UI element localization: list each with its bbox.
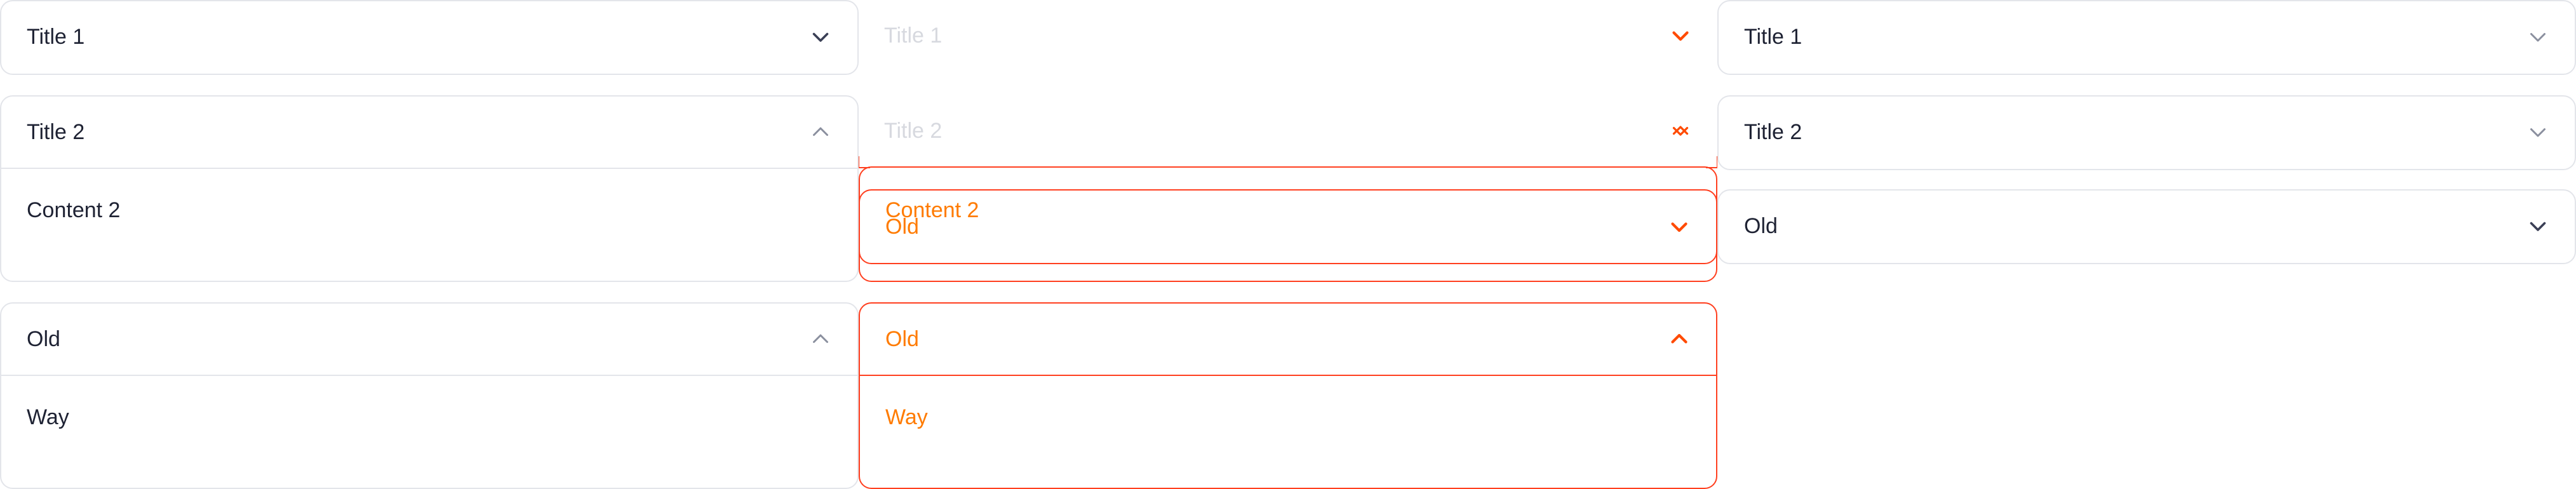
accordion-item-old: Old bbox=[1717, 189, 2576, 264]
accordion-item-old: Old Way bbox=[859, 302, 1717, 489]
chevron-down-icon bbox=[2530, 222, 2546, 231]
chevron-down-icon bbox=[1671, 222, 1687, 232]
accordion-header-old[interactable]: Old bbox=[860, 304, 1716, 375]
accordion-title: Title 2 bbox=[884, 118, 943, 143]
accordion-item-title-2: Title 2 bbox=[1717, 95, 2576, 170]
accordion-item-old: Old Way bbox=[0, 302, 859, 489]
chevron-down-icon bbox=[2530, 33, 2546, 42]
accordion-title: Title 2 bbox=[1744, 119, 1802, 144]
chevron-down-icon bbox=[2530, 128, 2546, 137]
accordion-header-old[interactable]: Old bbox=[1719, 191, 2575, 262]
accordion-title: Old bbox=[885, 326, 919, 351]
chevron-down-icon bbox=[812, 32, 829, 42]
accordion-item-title-1: Title 1 bbox=[1717, 0, 2576, 75]
chevron-up-icon bbox=[813, 334, 828, 343]
accordion-item-title-1: Title 1 bbox=[0, 0, 859, 75]
accordion-title: Title 1 bbox=[27, 24, 85, 49]
accordion-header-title-2[interactable]: Title 2 bbox=[1719, 97, 2575, 168]
accordion-header-title-2[interactable]: Title 2 bbox=[1, 97, 857, 168]
chevron-up-icon bbox=[813, 127, 828, 136]
accordion-header-title-1[interactable]: Title 1 bbox=[1719, 1, 2575, 72]
accordion-header-title-1[interactable]: Title 1 bbox=[859, 0, 1717, 71]
accordion-header-title-1[interactable]: Title 1 bbox=[1, 1, 857, 72]
accordion-header-old-overlay[interactable]: Old bbox=[860, 191, 1716, 263]
accordion-title: Old bbox=[27, 326, 60, 351]
accordion-header-title-2[interactable]: Title 2 bbox=[859, 95, 1717, 166]
accordion-item-title-2-faded: Title 2 bbox=[859, 95, 1717, 166]
accordion-divider bbox=[860, 375, 1716, 376]
accordion-title: Old bbox=[885, 214, 919, 239]
accordion-header-old[interactable]: Old bbox=[1, 304, 857, 375]
accordion-item-old-overlay: Old bbox=[859, 189, 1717, 264]
accordion-content: Content 2 bbox=[27, 198, 121, 222]
chevron-up-icon bbox=[1671, 333, 1687, 344]
accordion-item-title-1-faded: Title 1 bbox=[859, 0, 1717, 75]
accordion-item-title-2: Title 2 Content 2 bbox=[0, 95, 859, 282]
accordion-title: Title 1 bbox=[884, 23, 943, 48]
accordion-divider bbox=[1, 168, 857, 169]
chevron-down-icon bbox=[1672, 31, 1689, 41]
accordion-content: Way bbox=[885, 405, 928, 429]
accordion-title: Old bbox=[1744, 213, 1778, 238]
accordion-title: Title 1 bbox=[1744, 24, 1802, 49]
accordion-title: Title 2 bbox=[27, 119, 85, 144]
accordion-divider bbox=[1, 375, 857, 376]
chevron-up-icon bbox=[1672, 126, 1689, 136]
accordion-content: Way bbox=[27, 405, 69, 429]
